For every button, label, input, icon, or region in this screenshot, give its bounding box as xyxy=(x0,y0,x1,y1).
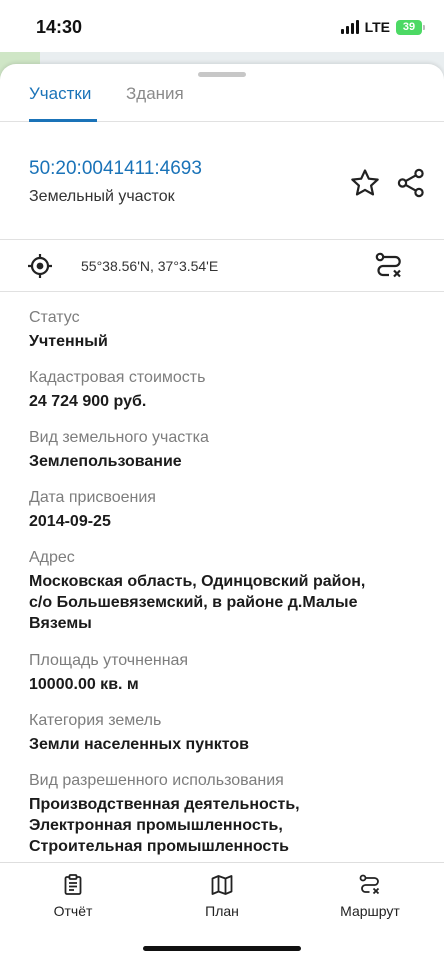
tab-bar: Участки Здания xyxy=(0,64,444,122)
network-type: LTE xyxy=(364,19,390,35)
permitted-use-line: Электронная промышленность, xyxy=(29,817,283,834)
field-status: Статус Учтенный xyxy=(29,308,429,352)
report-icon xyxy=(64,874,82,895)
address-line: Московская область, Одинцовский район, xyxy=(29,573,366,590)
field-value: 2014-09-25 xyxy=(29,513,111,530)
route-button[interactable]: Маршрут xyxy=(315,873,425,919)
locate-crosshair-icon[interactable] xyxy=(27,253,53,279)
parcel-type: Земельный участок xyxy=(29,188,175,205)
field-label: Кадастровая стоимость xyxy=(29,369,206,386)
home-indicator[interactable] xyxy=(143,946,301,951)
field-label: Адрес xyxy=(29,549,75,566)
status-bar: 14:30 LTE 39 xyxy=(0,0,444,52)
field-value: Учтенный xyxy=(29,333,108,350)
bottom-toolbar: Отчёт План Маршрут xyxy=(0,862,444,960)
field-address: Адрес Московская область, Одинцовский ра… xyxy=(29,548,429,634)
field-label: Категория земель xyxy=(29,712,162,729)
route-label: Маршрут xyxy=(340,903,400,919)
field-value: Земли населенных пунктов xyxy=(29,736,250,753)
parcel-sheet: Участки Здания 50:20:0041411:4693 Земель… xyxy=(0,64,444,864)
field-value: Московская область, Одинцовский район, с… xyxy=(29,571,429,634)
status-indicators: LTE 39 xyxy=(340,19,425,35)
field-assignment-date: Дата присвоения 2014-09-25 xyxy=(29,488,429,532)
field-area: Площадь уточненная 10000.00 кв. м xyxy=(29,651,429,695)
share-icon[interactable] xyxy=(396,168,426,198)
address-line: Вяземы xyxy=(29,615,92,632)
field-land-kind: Вид земельного участка Землепользование xyxy=(29,428,429,472)
field-value: 24 724 900 руб. xyxy=(29,393,147,410)
cellular-signal-icon xyxy=(340,20,359,34)
field-label: Статус xyxy=(29,309,80,326)
permitted-use-line: Производственная деятельность, xyxy=(29,796,300,813)
status-time: 14:30 xyxy=(36,17,83,37)
route-icon xyxy=(359,874,380,895)
permitted-use-line: Строительная промышленность xyxy=(29,838,289,855)
field-value: Землепользование xyxy=(29,453,182,470)
field-value: 10000.00 кв. м xyxy=(29,676,139,693)
field-cadastral-value: Кадастровая стоимость 24 724 900 руб. xyxy=(29,368,429,412)
battery-icon: 39 xyxy=(396,19,425,35)
field-label: Вид земельного участка xyxy=(29,429,209,446)
coordinates-text[interactable]: 55°38.56'N, 37°3.54'E xyxy=(81,258,218,274)
address-line: с/о Большевяземский, в районе д.Малые xyxy=(29,594,358,611)
field-label: Площадь уточненная xyxy=(29,652,189,669)
field-land-category: Категория земель Земли населенных пункто… xyxy=(29,711,429,755)
map-icon xyxy=(211,875,233,895)
report-label: Отчёт xyxy=(53,903,93,919)
cadastral-number[interactable]: 50:20:0041411:4693 xyxy=(29,158,202,180)
field-value: Производственная деятельность, Электронн… xyxy=(29,794,429,857)
parcel-header: 50:20:0041411:4693 Земельный участок xyxy=(0,122,444,240)
field-label: Вид разрешенного использования xyxy=(29,772,284,789)
tab-parcels[interactable]: Участки xyxy=(29,84,91,104)
favorite-star-icon[interactable] xyxy=(350,168,380,198)
route-icon[interactable] xyxy=(374,251,404,281)
tab-buildings[interactable]: Здания xyxy=(126,84,184,104)
field-permitted-use: Вид разрешенного использования Производс… xyxy=(29,771,429,857)
plan-button[interactable]: План xyxy=(167,873,277,919)
plan-label: План xyxy=(205,903,239,919)
field-label: Дата присвоения xyxy=(29,489,156,506)
report-button[interactable]: Отчёт xyxy=(18,873,128,919)
coordinates-row: 55°38.56'N, 37°3.54'E xyxy=(0,240,444,292)
